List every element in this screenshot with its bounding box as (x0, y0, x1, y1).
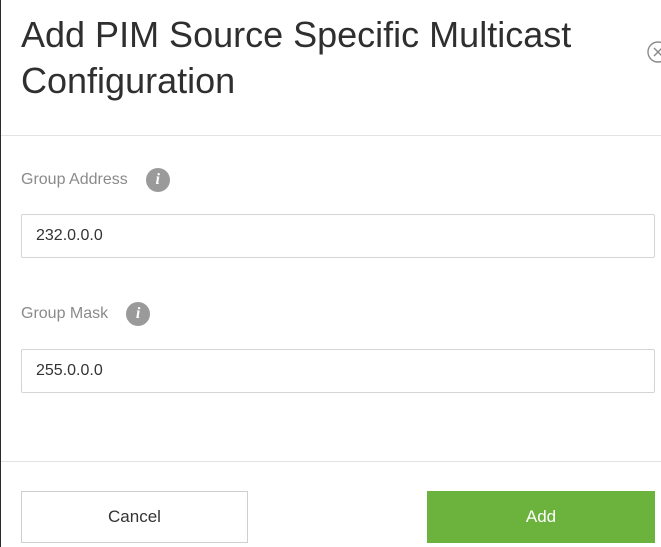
group-address-label: Group Address (21, 171, 128, 188)
group-address-group: Group Address i (21, 166, 655, 258)
close-circle-icon (647, 41, 661, 63)
group-mask-input[interactable] (21, 349, 655, 393)
close-icon[interactable] (646, 40, 661, 64)
dialog-header: Add PIM Source Specific Multicast Config… (1, 0, 661, 136)
group-mask-group: Group Mask i (21, 300, 655, 393)
cancel-button[interactable]: Cancel (21, 491, 248, 543)
group-address-info-icon[interactable]: i (145, 168, 170, 192)
group-address-label-row: Group Address i (21, 166, 655, 194)
add-pim-ssm-dialog: Add PIM Source Specific Multicast Config… (0, 0, 661, 547)
group-mask-label-row: Group Mask i (21, 300, 655, 328)
dialog-footer: Cancel Add (1, 461, 661, 547)
group-mask-info-icon[interactable]: i (126, 302, 151, 326)
add-button[interactable]: Add (427, 491, 655, 543)
dialog-title: Add PIM Source Specific Multicast Config… (21, 14, 572, 101)
group-mask-label: Group Mask (21, 305, 109, 322)
group-address-input[interactable] (21, 214, 655, 258)
